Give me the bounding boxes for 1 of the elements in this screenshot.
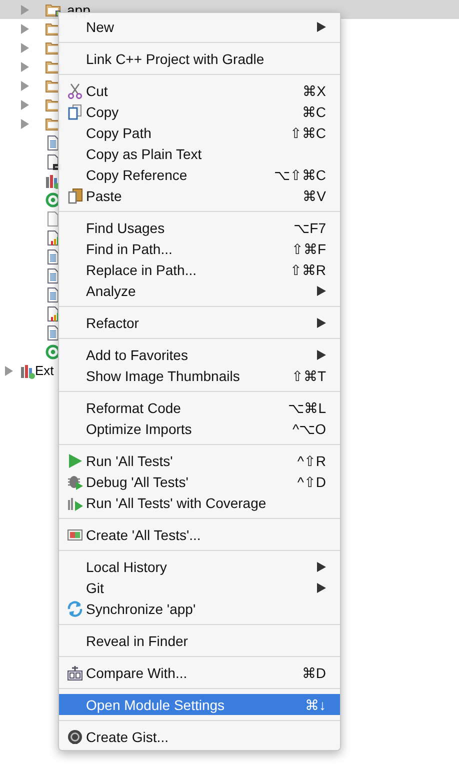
tree-label: Ext <box>35 363 54 378</box>
